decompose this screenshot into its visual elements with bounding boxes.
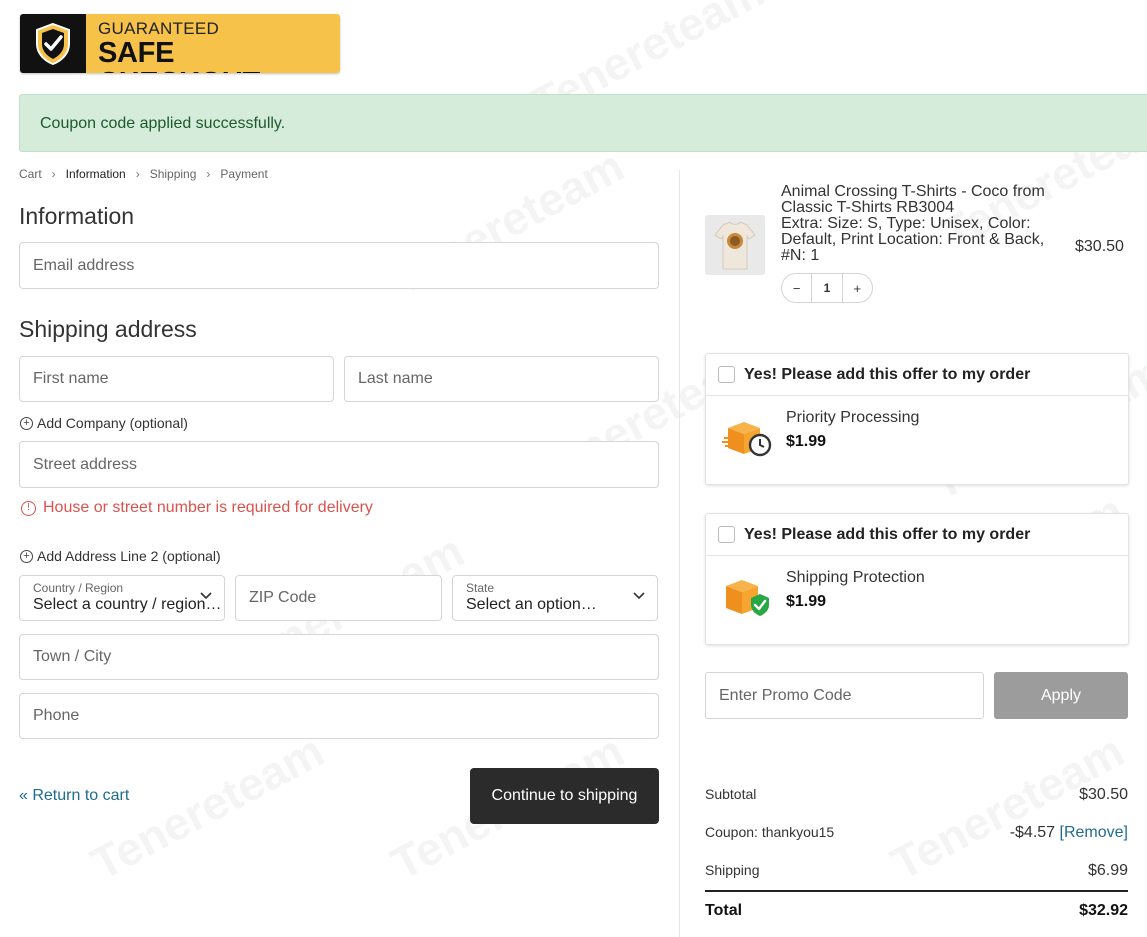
offer-price: $1.99 [786,433,827,450]
phone-field[interactable]: Phone [19,693,659,739]
shield-check-icon [20,14,86,73]
apply-promo-button[interactable]: Apply [994,672,1128,719]
information-heading: Information [19,203,135,229]
country-label: Country / Region [33,581,124,595]
last-name-field[interactable]: Last name [344,356,659,402]
increase-quantity-button[interactable]: + [843,281,872,296]
offer-checkbox-row[interactable]: Yes! Please add this offer to my order [706,354,1128,396]
add-address-line2-label: Add Address Line 2 (optional) [37,548,221,564]
chevron-right-icon: › [51,167,56,181]
plus-circle-icon: + [20,416,33,430]
breadcrumb-payment: Payment [220,167,268,181]
plus-circle-icon: + [20,549,33,563]
shipping-row: Shipping $6.99 [705,862,1128,880]
offer-name: Priority Processing [786,409,920,426]
badge-line2: SAFE CHECKOUT [98,37,260,73]
offer-card-priority-processing: Yes! Please add this offer to my order P… [705,353,1129,485]
watermark: Tenereteam [82,723,332,890]
offer-price: $1.99 [786,593,827,610]
street-error-text: House or street number is required for d… [43,499,373,516]
product-info: Animal Crossing T-Shirts - Coco from Cla… [781,184,1051,264]
column-divider [679,170,680,937]
continue-to-shipping-button[interactable]: Continue to shipping [470,768,659,824]
offer-name: Shipping Protection [786,569,925,586]
decrease-quantity-button[interactable]: − [782,281,811,296]
error-info-icon: ! [21,500,36,516]
shipping-label: Shipping [705,862,760,878]
street-error-message: ! House or street number is required for… [21,499,373,517]
chevron-down-icon [633,592,645,600]
return-to-cart-link[interactable]: « Return to cart [19,787,129,805]
shipping-value: $6.99 [1087,862,1128,879]
state-value: Select an option… [466,596,597,613]
box-clock-icon [722,414,772,463]
add-company-link[interactable]: + Add Company (optional) [20,415,188,431]
safe-checkout-badge: GUARANTEED SAFE CHECKOUT [20,14,340,73]
coupon-row: Coupon: thankyou15 -$4.57 [Remove] [705,824,1128,842]
add-address-line2-link[interactable]: + Add Address Line 2 (optional) [20,548,221,564]
offer-checkbox-label: Yes! Please add this offer to my order [744,365,1031,383]
email-field[interactable]: Email address [19,242,659,289]
breadcrumb-shipping: Shipping [149,167,197,181]
add-company-label: Add Company (optional) [37,415,188,431]
chevron-right-icon: › [206,167,211,181]
breadcrumb: Cart › Information › Shipping › Payment [19,167,268,181]
country-value: Select a country / region… [33,596,222,613]
state-label: State [466,581,495,595]
street-address-field[interactable]: Street address [19,441,659,488]
promo-code-input[interactable]: Enter Promo Code [705,672,984,719]
quantity-value[interactable]: 1 [811,274,843,302]
state-select[interactable]: State Select an option… [452,575,658,621]
zip-code-field[interactable]: ZIP Code [235,575,442,621]
total-value: $32.92 [1079,902,1128,919]
town-city-field[interactable]: Town / City [19,634,659,680]
shipping-address-heading: Shipping address [19,316,197,342]
coupon-label: Coupon: thankyou15 [705,824,835,840]
total-divider [705,890,1128,892]
country-select[interactable]: Country / Region Select a country / regi… [19,575,225,621]
offer-checkbox[interactable] [718,366,735,383]
badge-line1: GUARANTEED [98,19,220,38]
first-name-field[interactable]: First name [19,356,334,402]
offer-checkbox[interactable] [718,526,735,543]
offer-checkbox-label: Yes! Please add this offer to my order [744,525,1031,543]
total-row: Total $32.92 [705,902,1128,920]
product-meta: Extra: Size: S, Type: Unisex, Color: Def… [781,215,1045,264]
breadcrumb-information: Information [65,167,126,181]
breadcrumb-cart[interactable]: Cart [19,167,42,181]
chevron-right-icon: › [135,167,140,181]
remove-coupon-link[interactable]: [Remove] [1060,824,1128,841]
coupon-success-notice: Coupon code applied successfully. [19,94,1147,152]
product-price: $30.50 [1075,238,1124,255]
subtotal-label: Subtotal [705,786,757,802]
coupon-value: -$4.57 [1009,824,1056,841]
quantity-stepper: − 1 + [781,273,873,303]
product-thumbnail [705,215,765,275]
chevron-down-icon [200,592,212,600]
offer-card-shipping-protection: Yes! Please add this offer to my order S… [705,513,1129,645]
subtotal-value: $30.50 [1079,786,1128,803]
product-name: Animal Crossing T-Shirts - Coco from Cla… [781,183,1045,216]
total-label: Total [705,902,743,919]
subtotal-row: Subtotal $30.50 [705,786,1128,804]
box-shield-icon [722,574,772,623]
offer-checkbox-row[interactable]: Yes! Please add this offer to my order [706,514,1128,556]
